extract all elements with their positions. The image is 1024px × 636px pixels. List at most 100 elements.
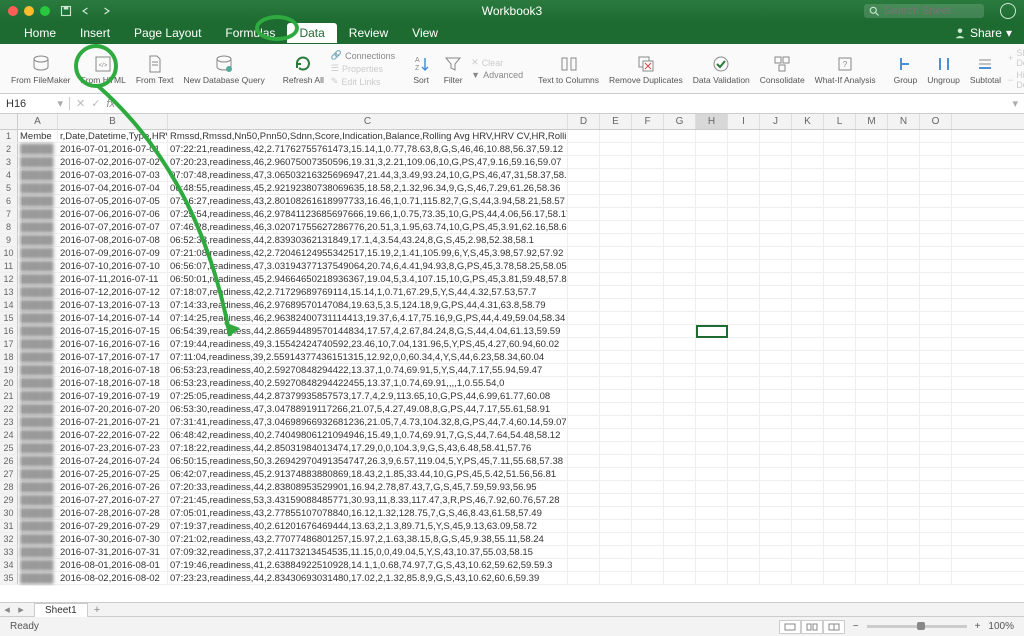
cell[interactable]: █████	[18, 442, 58, 454]
table-row[interactable]: 4█████2016-07-03,2016-07-0307:07:48,read…	[0, 169, 1024, 182]
row-header[interactable]: 25	[0, 442, 18, 454]
cell[interactable]: 06:54:39,readiness,44,2.8659448957014483…	[168, 325, 568, 337]
row-header[interactable]: 10	[0, 247, 18, 259]
row-header[interactable]: 13	[0, 286, 18, 298]
table-row[interactable]: 27█████2016-07-25,2016-07-2506:42:07,rea…	[0, 468, 1024, 481]
col-header-H[interactable]: H	[696, 114, 728, 129]
cell[interactable]: 07:21:02,readiness,43,2.77077486801257,1…	[168, 533, 568, 545]
row-header[interactable]: 31	[0, 520, 18, 532]
cell[interactable]: 06:48:55,readiness,45,2.9219238073806963…	[168, 182, 568, 194]
cell[interactable]: 2016-07-17,2016-07-17	[58, 351, 168, 363]
table-row[interactable]: 2█████2016-07-01,2016-07-0107:22:21,read…	[0, 143, 1024, 156]
table-row[interactable]: 34█████2016-08-01,2016-08-0107:19:46,rea…	[0, 559, 1024, 572]
cell[interactable]: 06:42:07,readiness,45,2.91374883880869,1…	[168, 468, 568, 480]
table-row[interactable]: 29█████2016-07-27,2016-07-2707:21:45,rea…	[0, 494, 1024, 507]
col-header-N[interactable]: N	[888, 114, 920, 129]
tab-home[interactable]: Home	[12, 23, 68, 43]
text-to-columns-button[interactable]: Text to Columns	[535, 53, 602, 85]
cell[interactable]: 2016-07-29,2016-07-29	[58, 520, 168, 532]
cell[interactable]: █████	[18, 390, 58, 402]
cell[interactable]: 2016-07-12,2016-07-12	[58, 286, 168, 298]
table-row[interactable]: 13█████2016-07-12,2016-07-1207:18:07,rea…	[0, 286, 1024, 299]
edit-links-button[interactable]: ✎Edit Links	[331, 76, 395, 87]
cell[interactable]: 07:46:28,readiness,46,3.0207175562728677…	[168, 221, 568, 233]
cell[interactable]: █████	[18, 247, 58, 259]
table-row[interactable]: 30█████2016-07-28,2016-07-2807:05:01,rea…	[0, 507, 1024, 520]
name-box[interactable]: H16 ▾	[0, 97, 70, 110]
row-header[interactable]: 1	[0, 130, 18, 142]
cell[interactable]: █████	[18, 156, 58, 168]
cell[interactable]: 2016-07-26,2016-07-26	[58, 481, 168, 493]
search-input[interactable]	[864, 4, 984, 18]
row-header[interactable]: 15	[0, 312, 18, 324]
row-header[interactable]: 32	[0, 533, 18, 545]
row-header[interactable]: 28	[0, 481, 18, 493]
cell[interactable]: 2016-08-01,2016-08-01	[58, 559, 168, 571]
cell[interactable]: █████	[18, 195, 58, 207]
cell[interactable]: 06:53:30,readiness,47,3.04788919117266,2…	[168, 403, 568, 415]
cell[interactable]: 06:50:15,readiness,50,3.2694297049135474…	[168, 455, 568, 467]
cell[interactable]: 2016-07-24,2016-07-24	[58, 455, 168, 467]
table-row[interactable]: 15█████2016-07-14,2016-07-1407:14:25,rea…	[0, 312, 1024, 325]
cell[interactable]: 07:31:41,readiness,47,3.0469896693268123…	[168, 416, 568, 428]
advanced-button[interactable]: ▼Advanced	[471, 70, 523, 80]
table-row[interactable]: 26█████2016-07-24,2016-07-2406:50:15,rea…	[0, 455, 1024, 468]
table-row[interactable]: 33█████2016-07-31,2016-07-3107:09:32,rea…	[0, 546, 1024, 559]
col-header-G[interactable]: G	[664, 114, 696, 129]
col-header-L[interactable]: L	[824, 114, 856, 129]
table-row[interactable]: 32█████2016-07-30,2016-07-3007:21:02,rea…	[0, 533, 1024, 546]
cell[interactable]: 07:19:46,readiness,41,2.63884922510928,1…	[168, 559, 568, 571]
cell[interactable]: █████	[18, 481, 58, 493]
cell[interactable]: 07:19:37,readiness,40,2.61201676469444,1…	[168, 520, 568, 532]
page-layout-view-button[interactable]	[801, 620, 823, 634]
cell[interactable]: 2016-07-22,2016-07-22	[58, 429, 168, 441]
table-row[interactable]: 8█████2016-07-07,2016-07-0707:46:28,read…	[0, 221, 1024, 234]
cell[interactable]: 07:16:27,readiness,43,2.8010826161899773…	[168, 195, 568, 207]
row-header[interactable]: 22	[0, 403, 18, 415]
row-header[interactable]: 7	[0, 208, 18, 220]
cell[interactable]: 2016-07-10,2016-07-10	[58, 260, 168, 272]
cell[interactable]: █████	[18, 234, 58, 246]
select-all-corner[interactable]	[0, 114, 18, 129]
cell[interactable]: █████	[18, 546, 58, 558]
cell[interactable]: 07:18:22,readiness,44,2.85031984013474,1…	[168, 442, 568, 454]
normal-view-button[interactable]	[779, 620, 801, 634]
cell[interactable]: 2016-07-31,2016-07-31	[58, 546, 168, 558]
cell[interactable]: 2016-07-01,2016-07-01	[58, 143, 168, 155]
properties-button[interactable]: ☰Properties	[331, 63, 395, 74]
table-row[interactable]: 21█████2016-07-19,2016-07-1907:25:05,rea…	[0, 390, 1024, 403]
cell[interactable]: 2016-07-21,2016-07-21	[58, 416, 168, 428]
cell[interactable]: 2016-07-18,2016-07-18	[58, 377, 168, 389]
from-html-button[interactable]: </> From HTML	[78, 53, 129, 85]
data-validation-button[interactable]: Data Validation	[690, 53, 753, 85]
new-database-query-button[interactable]: New Database Query	[181, 53, 268, 85]
col-header-C[interactable]: C	[168, 114, 568, 129]
cell[interactable]: Rmssd,Rmssd,Nn50,Pnn50,Sdnn,Score,Indica…	[168, 130, 568, 142]
hide-detail-button[interactable]: −Hide Detail	[1008, 70, 1024, 90]
cell[interactable]: 07:23:23,readiness,44,2.83430693031480,1…	[168, 572, 568, 584]
cell[interactable]: █████	[18, 221, 58, 233]
cell[interactable]: █████	[18, 286, 58, 298]
minimize-icon[interactable]	[24, 6, 34, 16]
cell[interactable]: █████	[18, 533, 58, 545]
table-row[interactable]: 5█████2016-07-04,2016-07-0406:48:55,read…	[0, 182, 1024, 195]
add-sheet-button[interactable]: +	[88, 604, 106, 616]
table-row[interactable]: 16█████2016-07-15,2016-07-1506:54:39,rea…	[0, 325, 1024, 338]
col-header-A[interactable]: A	[18, 114, 58, 129]
filter-button[interactable]: Filter	[439, 53, 467, 85]
cell[interactable]: 2016-07-05,2016-07-05	[58, 195, 168, 207]
grid-rows[interactable]: 1Member,Date,Datetime,Type,HRV,lnRmssd,R…	[0, 130, 1024, 586]
cell[interactable]: 07:25:54,readiness,46,2.9784112368569766…	[168, 208, 568, 220]
page-break-view-button[interactable]	[823, 620, 845, 634]
cell[interactable]: █████	[18, 351, 58, 363]
table-row[interactable]: 11█████2016-07-10,2016-07-1006:56:07,rea…	[0, 260, 1024, 273]
table-row[interactable]: 9█████2016-07-08,2016-07-0806:52:38,read…	[0, 234, 1024, 247]
row-header[interactable]: 29	[0, 494, 18, 506]
tab-data[interactable]: Data	[287, 23, 336, 43]
col-header-D[interactable]: D	[568, 114, 600, 129]
cell[interactable]: 2016-07-02,2016-07-02	[58, 156, 168, 168]
cell[interactable]: 2016-07-23,2016-07-23	[58, 442, 168, 454]
cell[interactable]: 07:21:08,readiness,42,2.7204612495534251…	[168, 247, 568, 259]
cell[interactable]: █████	[18, 416, 58, 428]
table-row[interactable]: 19█████2016-07-18,2016-07-1806:53:23,rea…	[0, 364, 1024, 377]
